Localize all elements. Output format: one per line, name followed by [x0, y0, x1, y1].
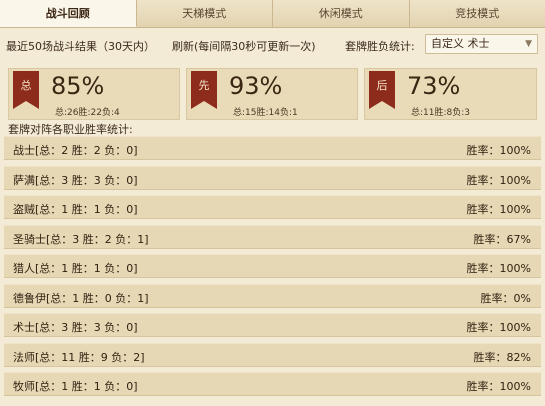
list-item: 法师[总：11 胜：9 负：2] 胜率：82%: [4, 342, 541, 367]
class-record: 圣骑士[总：3 胜：2 负：1]: [13, 232, 149, 246]
deck-select[interactable]: 自定义 术士 ▼: [425, 34, 538, 54]
list-item: 战士[总：2 胜：2 负：0] 胜率：100%: [4, 136, 541, 160]
flag-label: 总: [20, 79, 32, 92]
stat-card-first: 先 93% 总:15胜:14负:1: [186, 68, 358, 120]
win-detail: 总:26胜:22负:4: [55, 108, 120, 118]
deck-stats-label: 套牌胜负统计:: [345, 40, 415, 53]
class-win-rate: 胜率：100%: [466, 144, 531, 157]
banner-icon: 先: [191, 71, 217, 109]
flag-label: 先: [198, 79, 210, 92]
class-stats-title: 套牌对阵各职业胜率统计:: [8, 123, 133, 136]
class-win-rate: 胜率：100%: [466, 173, 531, 187]
flag-label: 后: [376, 79, 388, 92]
tab-ladder-mode[interactable]: 天梯模式: [136, 0, 273, 27]
banner-icon: 后: [369, 71, 395, 109]
list-item: 牧师[总：1 胜：1 负：0] 胜率：100%: [4, 372, 541, 396]
win-percent: 93%: [229, 72, 283, 100]
class-record: 术士[总：3 胜：3 负：0]: [13, 321, 138, 334]
stat-card-second: 后 73% 总:11胜:8负:3: [364, 68, 537, 120]
chevron-down-icon: ▼: [525, 39, 532, 49]
win-percent: 85%: [51, 72, 105, 100]
banner-icon: 总: [13, 71, 39, 109]
deck-select-value: 自定义 术士: [431, 37, 490, 50]
class-stats-list: 战士[总：2 胜：2 负：0] 胜率：100% 萨满[总：3 胜：3 负：0] …: [4, 136, 541, 402]
class-win-rate: 胜率：100%: [466, 321, 531, 334]
class-win-rate: 胜率：100%: [466, 262, 531, 275]
class-record: 德鲁伊[总：1 胜：0 负：1]: [13, 291, 149, 305]
class-record: 法师[总：11 胜：9 负：2]: [13, 350, 145, 364]
list-item: 术士[总：3 胜：3 负：0] 胜率：100%: [4, 313, 541, 337]
win-detail: 总:15胜:14负:1: [233, 108, 298, 118]
tab-arena-mode[interactable]: 竞技模式: [409, 0, 545, 27]
class-record: 萨满[总：3 胜：3 负：0]: [13, 173, 138, 187]
class-win-rate: 胜率：100%: [466, 380, 531, 393]
list-item: 盗贼[总：1 胜：1 负：0] 胜率：100%: [4, 195, 541, 219]
class-record: 盗贼[总：1 胜：1 负：0]: [13, 203, 138, 216]
list-item: 萨满[总：3 胜：3 负：0] 胜率：100%: [4, 165, 541, 190]
class-win-rate: 胜率：100%: [466, 203, 531, 216]
mode-tabs: 战斗回顾 天梯模式 休闲模式 竞技模式: [0, 0, 545, 28]
refresh-area: 刷新(每间隔30秒可更新一次): [172, 38, 316, 54]
class-record: 战士[总：2 胜：2 负：0]: [13, 144, 138, 157]
win-percent: 73%: [407, 72, 461, 100]
stat-card-total: 总 85% 总:26胜:22负:4: [8, 68, 180, 120]
class-win-rate: 胜率：0%: [480, 291, 531, 305]
win-detail: 总:11胜:8负:3: [411, 108, 471, 118]
class-record: 猎人[总：1 胜：1 负：0]: [13, 262, 138, 275]
list-item: 圣骑士[总：3 胜：2 负：1] 胜率：67%: [4, 224, 541, 249]
recent-battles-label: 最近50场战斗结果（30天内）: [6, 40, 155, 53]
tab-casual-mode[interactable]: 休闲模式: [273, 0, 410, 27]
class-win-rate: 胜率：82%: [473, 350, 531, 364]
class-record: 牧师[总：1 胜：1 负：0]: [13, 380, 138, 393]
refresh-note: (每间隔30秒可更新一次): [194, 40, 316, 53]
list-item: 德鲁伊[总：1 胜：0 负：1] 胜率：0%: [4, 283, 541, 308]
tab-battle-review[interactable]: 战斗回顾: [0, 0, 137, 27]
list-item: 猎人[总：1 胜：1 负：0] 胜率：100%: [4, 254, 541, 278]
refresh-link[interactable]: 刷新: [172, 40, 194, 53]
class-win-rate: 胜率：67%: [473, 232, 531, 246]
battle-review-panel: 战斗回顾 天梯模式 休闲模式 竞技模式 最近50场战斗结果（30天内） 刷新(每…: [0, 0, 545, 406]
